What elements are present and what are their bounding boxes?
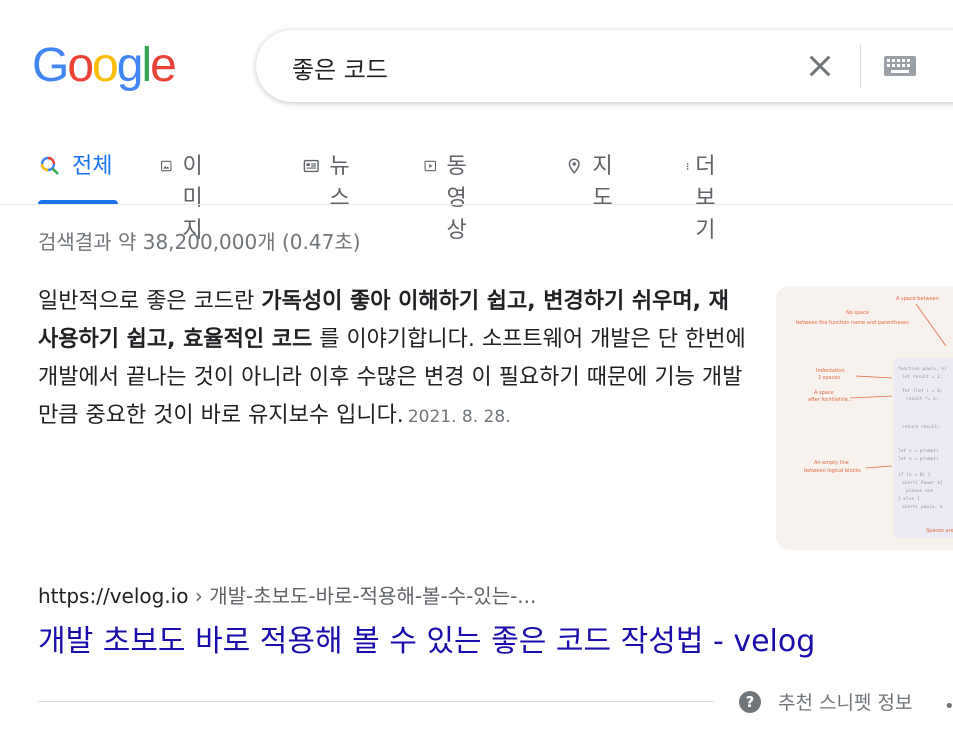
result-url[interactable]: https://velog.io › 개발-초보도-바로-적용해-볼-수-있는-… xyxy=(38,580,536,609)
tab-label: 더보기 xyxy=(695,154,716,243)
svg-text:return result;: return result; xyxy=(902,424,940,430)
svg-text:let x = prompt(: let x = prompt( xyxy=(898,448,939,454)
svg-text:function pow(x, n): function pow(x, n) xyxy=(898,366,947,372)
logo-letter: G xyxy=(32,39,69,92)
svg-text:Spaces around: Spaces around xyxy=(926,528,953,534)
svg-text:Indentation: Indentation xyxy=(816,368,845,374)
tab-more[interactable]: 더보기 xyxy=(686,148,720,243)
logo-letter: g xyxy=(116,39,144,92)
snippet-date: 2021. 8. 28. xyxy=(407,407,511,427)
tab-all[interactable]: 전체 xyxy=(38,148,118,204)
search-icon xyxy=(40,156,59,175)
svg-text:A space between: A space between xyxy=(896,296,939,302)
tab-images[interactable]: 이미지 xyxy=(160,148,214,243)
video-icon xyxy=(424,160,437,172)
logo-letter: e xyxy=(150,39,177,92)
clear-icon[interactable] xyxy=(804,50,836,82)
tab-news[interactable]: 뉴스 xyxy=(303,148,357,211)
breadcrumb-separator: › xyxy=(188,584,210,608)
svg-text:An empty line: An empty line xyxy=(814,460,849,466)
footer-separator: • xyxy=(944,696,953,717)
result-stats: 검색결과 약 38,200,000개 (0.47초) xyxy=(38,230,361,254)
google-logo[interactable]: Google xyxy=(32,39,177,92)
svg-text:if (n < 0) {: if (n < 0) { xyxy=(898,472,931,478)
svg-text:No space: No space xyxy=(846,310,869,316)
map-pin-icon xyxy=(568,158,580,174)
tab-label: 동영상 xyxy=(446,154,467,243)
keyboard-icon[interactable] xyxy=(884,56,916,76)
featured-snippet-info-link[interactable]: 추천 스니펫 정보 xyxy=(778,688,912,715)
tab-label: 뉴스 xyxy=(329,154,350,211)
tab-label: 전체 xyxy=(72,154,113,179)
svg-text:alert(`Power ${: alert(`Power ${ xyxy=(902,480,943,486)
logo-letter: l xyxy=(141,39,152,92)
svg-text:after for/if/while...: after for/if/while... xyxy=(808,397,853,403)
svg-text:between logical blocks: between logical blocks xyxy=(804,468,861,474)
snippet-text: 일반적으로 좋은 코드란 xyxy=(38,289,262,314)
result-domain: https://velog.io xyxy=(38,584,189,608)
logo-letter: o xyxy=(92,39,119,92)
featured-snippet-text: 일반적으로 좋은 코드란 가독성이 좋아 이해하기 쉽고, 변경하기 쉬우며, … xyxy=(38,283,748,436)
svg-text:please use: please use xyxy=(906,488,933,494)
snippet-divider xyxy=(38,701,714,702)
svg-text:between the function name and: between the function name and parenthese… xyxy=(796,320,909,326)
image-icon xyxy=(161,160,172,172)
svg-text:let result = 1;: let result = 1; xyxy=(902,374,943,380)
tabs-divider xyxy=(0,204,953,205)
help-icon[interactable]: ? xyxy=(738,690,762,714)
tab-maps[interactable]: 지도 xyxy=(566,148,620,211)
svg-text:let n = prompt(: let n = prompt( xyxy=(898,456,939,462)
svg-text:alert( pow(x, n: alert( pow(x, n xyxy=(902,504,943,510)
breadcrumb: 개발-초보도-바로-적용해-볼-수-있는-... xyxy=(209,584,537,608)
search-divider xyxy=(860,44,861,88)
tab-label: 지도 xyxy=(592,154,613,211)
svg-text:A space: A space xyxy=(814,390,834,396)
more-vert-icon xyxy=(686,163,689,170)
svg-text:for (let i = 0;: for (let i = 0; xyxy=(902,388,943,394)
logo-letter: o xyxy=(67,39,94,92)
svg-text:} else {: } else { xyxy=(898,496,920,502)
search-input[interactable]: 좋은 코드 xyxy=(292,50,388,85)
svg-text:?: ? xyxy=(746,693,755,711)
news-icon xyxy=(303,159,319,173)
search-box[interactable]: 좋은 코드 xyxy=(256,30,953,102)
tab-videos[interactable]: 동영상 xyxy=(424,148,478,243)
svg-text:2 spaces: 2 spaces xyxy=(818,375,840,381)
snippet-thumbnail[interactable]: No space between the function name and p… xyxy=(776,286,953,550)
result-title-link[interactable]: 개발 초보도 바로 적용해 볼 수 있는 좋은 코드 작성법 - velog xyxy=(38,616,815,660)
svg-text:result *= x;: result *= x; xyxy=(906,396,939,402)
